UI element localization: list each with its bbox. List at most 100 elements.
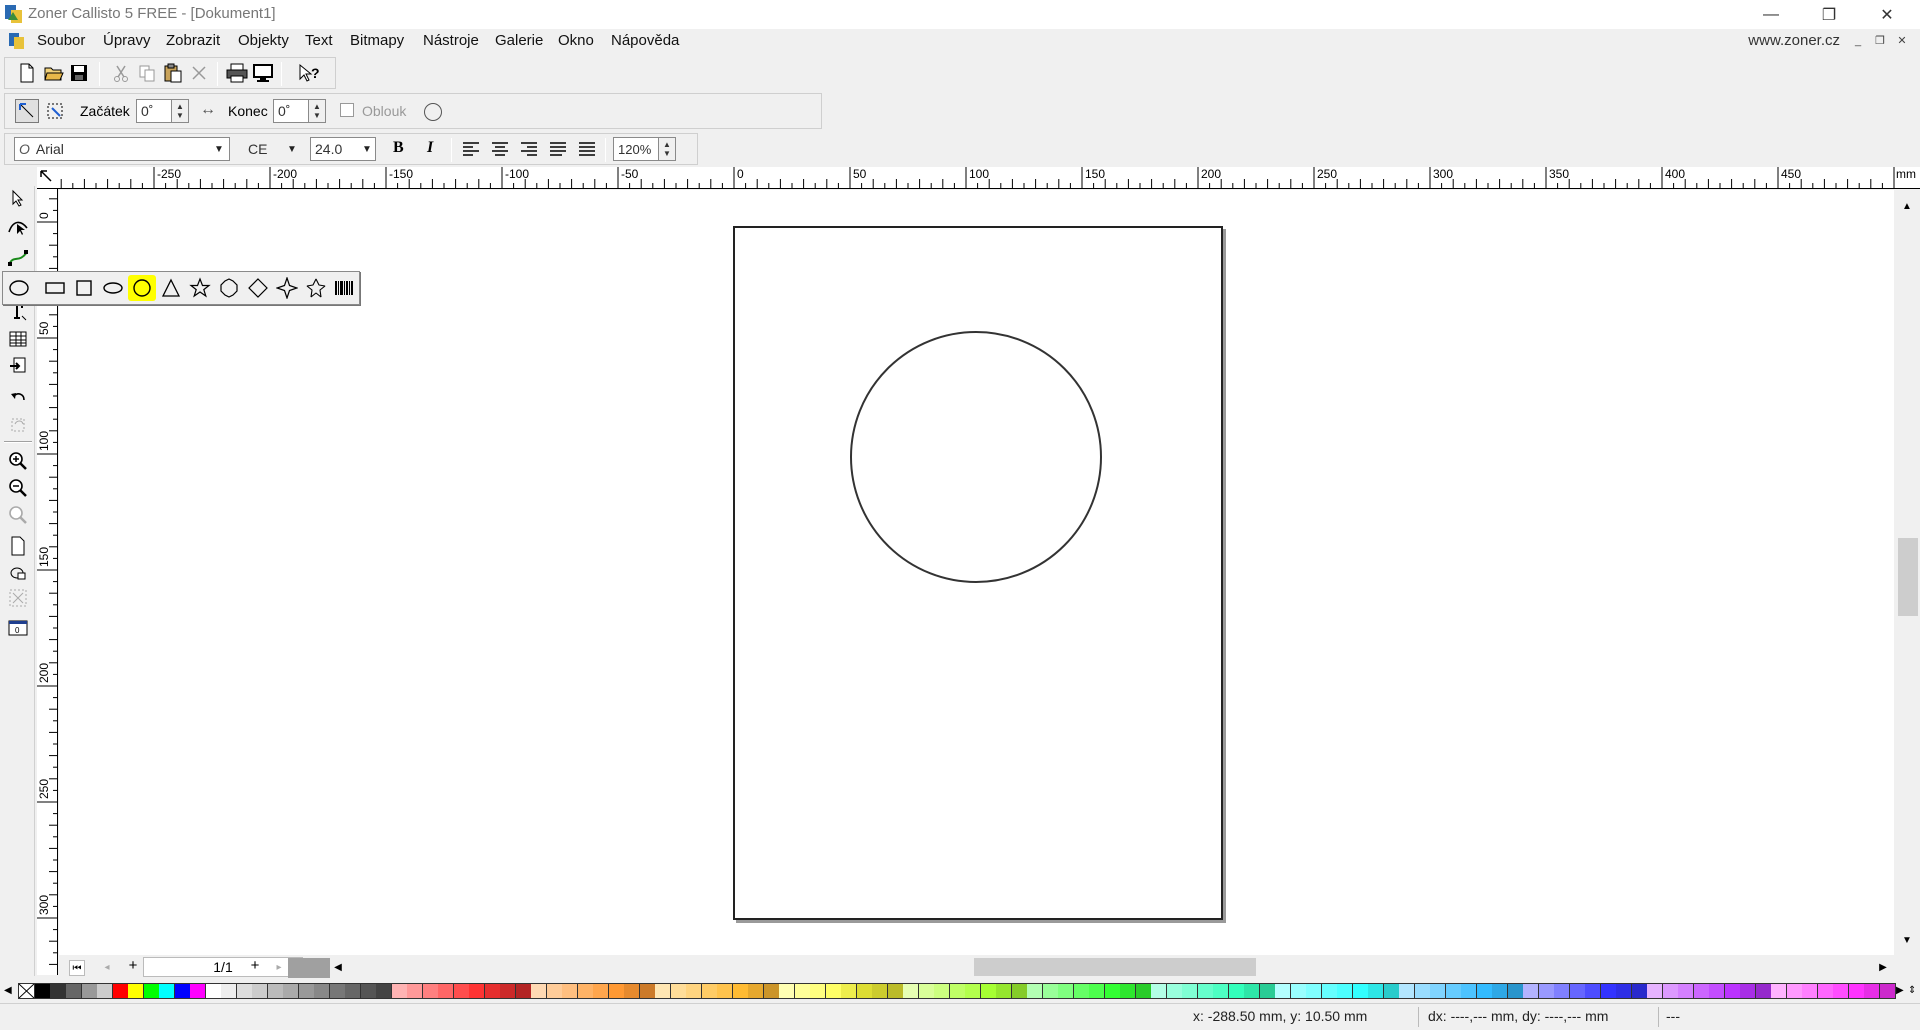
color-swatch[interactable] xyxy=(97,983,113,999)
scroll-up-arrow-icon[interactable]: ▲ xyxy=(1898,198,1916,216)
align-left-icon[interactable] xyxy=(460,138,482,164)
four-point-star-icon[interactable] xyxy=(273,275,301,301)
ellipse-shape-icon[interactable] xyxy=(5,275,33,301)
color-swatch[interactable] xyxy=(345,983,361,999)
scroll-down-arrow-icon[interactable]: ▼ xyxy=(1898,932,1916,950)
undo-icon[interactable] xyxy=(5,386,31,410)
color-swatch[interactable] xyxy=(1414,983,1431,999)
first-page-button[interactable]: ⏮ xyxy=(69,960,85,976)
color-swatch[interactable] xyxy=(50,983,67,999)
color-swatch[interactable] xyxy=(1445,983,1462,999)
color-swatch[interactable] xyxy=(1507,983,1524,999)
next-page-button[interactable]: ▸ xyxy=(271,960,287,976)
mdi-restore-button[interactable]: ❐ xyxy=(1872,34,1888,50)
color-swatch[interactable] xyxy=(1461,983,1477,999)
vertical-scroll-thumb[interactable] xyxy=(1898,538,1918,616)
color-swatch[interactable] xyxy=(1244,983,1260,999)
color-swatch[interactable] xyxy=(1135,983,1152,999)
diamond-shape-icon[interactable] xyxy=(244,275,272,301)
color-swatch[interactable] xyxy=(1430,983,1446,999)
delete-icon[interactable] xyxy=(187,61,211,85)
color-swatch[interactable] xyxy=(717,983,733,999)
color-swatch[interactable] xyxy=(748,983,764,999)
palette-scroll-right-icon[interactable]: ▶ xyxy=(1896,983,1908,999)
print-icon[interactable] xyxy=(225,61,249,85)
mdi-close-button[interactable]: ✕ xyxy=(1894,34,1910,50)
color-swatch[interactable] xyxy=(1383,983,1400,999)
no-color-swatch[interactable] xyxy=(18,983,35,999)
color-swatch[interactable] xyxy=(1027,983,1043,999)
color-swatch[interactable] xyxy=(159,983,175,999)
color-swatch[interactable] xyxy=(407,983,423,999)
color-swatch[interactable] xyxy=(314,983,330,999)
color-swatch[interactable] xyxy=(1042,983,1059,999)
color-swatch[interactable] xyxy=(252,983,268,999)
arrow-star-shape-icon[interactable] xyxy=(302,275,330,301)
color-swatch[interactable] xyxy=(872,983,888,999)
font-dropdown-icon[interactable]: ▼ xyxy=(210,137,228,161)
minimize-button[interactable]: — xyxy=(1742,0,1800,29)
paste-icon[interactable] xyxy=(161,61,185,85)
color-swatch[interactable] xyxy=(1662,983,1679,999)
color-swatch[interactable] xyxy=(1213,983,1229,999)
italic-button[interactable]: I xyxy=(427,139,433,157)
color-swatch[interactable] xyxy=(515,983,532,999)
menu-zobrazit[interactable]: Zobrazit xyxy=(166,32,220,49)
align-center-icon[interactable] xyxy=(489,138,511,164)
triangle-shape-icon[interactable] xyxy=(157,275,185,301)
barcode-icon[interactable] xyxy=(330,275,358,301)
color-swatch[interactable] xyxy=(1321,983,1338,999)
color-swatch[interactable] xyxy=(1631,983,1648,999)
menu-soubor[interactable]: Soubor xyxy=(37,32,85,49)
curve-tool-icon[interactable] xyxy=(5,246,31,270)
square-shape-icon[interactable] xyxy=(70,275,98,301)
color-swatch[interactable] xyxy=(1554,983,1570,999)
polygon-shape-icon[interactable] xyxy=(215,275,243,301)
color-swatch[interactable] xyxy=(670,983,687,999)
vertical-ruler[interactable]: 0 50 100 150 200 250 300 xyxy=(37,189,58,975)
color-swatch[interactable] xyxy=(35,983,51,999)
color-swatch[interactable] xyxy=(1306,983,1322,999)
color-swatch[interactable] xyxy=(143,983,160,999)
color-swatch[interactable] xyxy=(794,983,811,999)
color-swatch[interactable] xyxy=(1058,983,1074,999)
color-swatch[interactable] xyxy=(190,983,206,999)
palette-scroll-left-icon[interactable]: ◀ xyxy=(4,983,16,999)
color-swatch[interactable] xyxy=(453,983,470,999)
color-swatch[interactable] xyxy=(438,983,454,999)
zoom-out-icon[interactable] xyxy=(5,476,31,500)
print-preview-icon[interactable] xyxy=(251,61,275,85)
color-swatch[interactable] xyxy=(376,983,392,999)
color-swatch[interactable] xyxy=(686,983,702,999)
menu-napoveda[interactable]: Nápověda xyxy=(611,32,679,49)
color-swatch[interactable] xyxy=(903,983,919,999)
color-swatch[interactable] xyxy=(469,983,485,999)
circle-option-icon[interactable] xyxy=(424,103,442,121)
color-swatch[interactable] xyxy=(562,983,578,999)
close-button[interactable]: ✕ xyxy=(1858,0,1916,29)
menu-nastroje[interactable]: Nástroje xyxy=(423,32,479,49)
node-edit-tool-icon[interactable] xyxy=(5,214,31,238)
color-swatch[interactable] xyxy=(1616,983,1632,999)
color-swatch[interactable] xyxy=(1476,983,1493,999)
scroll-left-arrow-icon[interactable]: ◀ xyxy=(330,960,346,976)
color-swatch[interactable] xyxy=(1089,983,1105,999)
cut-icon[interactable] xyxy=(109,61,133,85)
color-swatch[interactable] xyxy=(205,983,222,999)
swap-arrows-icon[interactable]: ↔ xyxy=(200,101,216,119)
color-swatch[interactable] xyxy=(608,983,625,999)
last-page-button[interactable] xyxy=(288,958,330,978)
zoom-previous-icon[interactable] xyxy=(5,503,31,527)
color-swatch[interactable] xyxy=(1600,983,1617,999)
restore-button[interactable]: ❐ xyxy=(1800,0,1858,29)
color-swatch[interactable] xyxy=(500,983,516,999)
color-swatch[interactable] xyxy=(1492,983,1508,999)
color-swatch[interactable] xyxy=(531,983,547,999)
color-swatch[interactable] xyxy=(1879,983,1896,999)
arc-mode-node-icon[interactable] xyxy=(43,99,67,123)
mdi-minimize-button[interactable]: _ xyxy=(1850,34,1866,50)
color-swatch[interactable] xyxy=(484,983,501,999)
menu-okno[interactable]: Okno xyxy=(558,32,594,49)
line-spacing-input[interactable]: 120% xyxy=(613,137,659,161)
color-swatch[interactable] xyxy=(856,983,873,999)
